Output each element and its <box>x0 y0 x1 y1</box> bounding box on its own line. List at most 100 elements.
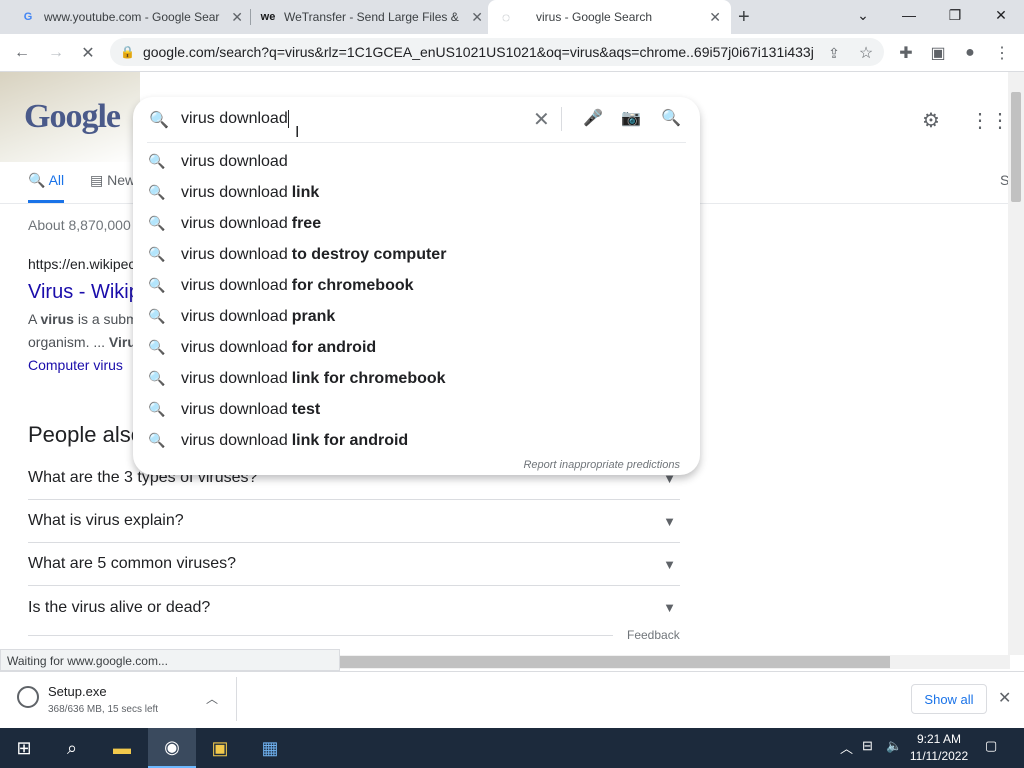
suggestion-item[interactable]: 🔍 virus download for chromebook <box>133 270 700 301</box>
minimize-icon[interactable]: — <box>886 0 932 30</box>
chevron-up-icon[interactable]: ︿ <box>206 690 218 707</box>
clock-time: 9:21 AM <box>916 732 962 746</box>
suggestion-item[interactable]: 🔍 virus download prank <box>133 301 700 332</box>
close-shelf-icon[interactable]: ✕ <box>998 688 1011 708</box>
show-all-button[interactable]: Show all <box>911 684 987 714</box>
suggestion-item[interactable]: 🔍 virus download link for chromebook <box>133 363 700 394</box>
status-bubble: Waiting for www.google.com... <box>0 649 340 671</box>
suggestion-item[interactable]: 🔍 virus download link for android <box>133 425 700 456</box>
apps-grid-icon[interactable]: ⋮⋮ <box>970 108 1010 133</box>
paa-question[interactable]: What is virus explain? ▼ <box>28 500 680 543</box>
notifications-icon[interactable]: ▢ <box>985 738 997 754</box>
close-window-icon[interactable]: ✕ <box>978 0 1024 30</box>
bookmark-star-icon[interactable]: ☆ <box>852 39 880 67</box>
search-icon: 🔍 <box>148 401 166 417</box>
tab-wetransfer[interactable]: we WeTransfer - Send Large Files & ✕ <box>250 0 493 34</box>
tab-search-icon[interactable]: ⌄ <box>840 0 886 30</box>
clock-date: 11/11/2022 <box>909 749 969 763</box>
vertical-scroll-thumb[interactable] <box>1011 92 1021 202</box>
result-title-link[interactable]: Virus - Wikip <box>28 281 140 304</box>
divider <box>28 635 613 636</box>
report-predictions-link[interactable]: Report inappropriate predictions <box>523 459 680 471</box>
share-icon[interactable]: ⇪ <box>820 39 848 67</box>
calculator-icon[interactable]: ▦ <box>246 728 294 768</box>
tab-news[interactable]: ▤ New <box>90 172 135 189</box>
loading-spinner-icon: ◌ <box>501 9 511 25</box>
google-logo[interactable]: Google <box>24 98 121 142</box>
settings-gear-icon[interactable]: ⚙ <box>922 108 940 133</box>
horizontal-scroll-thumb[interactable] <box>340 656 890 668</box>
forward-icon[interactable]: → <box>42 39 70 67</box>
sitelink-computer-virus[interactable]: Computer virus <box>28 357 123 373</box>
search-icon: 🔍 <box>148 339 166 355</box>
paa-question[interactable]: Is the virus alive or dead? ▼ <box>28 586 680 629</box>
tab-virus-search[interactable]: ◌ virus - Google Search ✕ <box>488 0 731 34</box>
lock-icon: 🔒 <box>120 45 135 59</box>
restore-icon[interactable]: ❐ <box>932 0 978 30</box>
taskbar-clock[interactable]: 9:21 AM 11/11/2022 <box>904 731 974 765</box>
search-icon: 🔍 <box>148 215 166 231</box>
suggestion-item[interactable]: 🔍 virus download for android <box>133 332 700 363</box>
close-tab-icon[interactable]: ✕ <box>709 9 721 26</box>
search-input[interactable]: virus download <box>181 110 288 128</box>
tab-all[interactable]: 🔍 All <box>28 172 64 189</box>
close-tab-icon[interactable]: ✕ <box>471 9 483 26</box>
side-panel-icon[interactable]: ▣ <box>924 39 952 67</box>
divider <box>561 107 562 131</box>
search-icon: 🔍 <box>148 370 166 386</box>
search-icon: 🔍 <box>148 432 166 448</box>
media-app-icon[interactable]: ▣ <box>196 728 244 768</box>
result-url[interactable]: https://en.wikipec <box>28 256 135 272</box>
search-box[interactable]: 🔍 virus download ✕ 🎤 📷 🔍 <box>133 97 700 142</box>
chevron-up-icon[interactable]: ︿ <box>840 738 853 757</box>
download-progress-icon <box>17 686 39 708</box>
search-icon: 🔍 <box>149 112 169 129</box>
chevron-down-icon: ▼ <box>663 513 676 529</box>
download-shelf <box>0 671 1024 728</box>
search-icon[interactable]: ⌕ <box>48 728 96 768</box>
chevron-down-icon: ▼ <box>663 556 676 572</box>
volume-icon[interactable]: 🔈 <box>886 738 902 754</box>
news-icon: ▤ <box>90 172 104 188</box>
result-snippet: organism. ... Viru <box>28 334 136 350</box>
suggestion-item[interactable]: 🔍 virus download link <box>133 177 700 208</box>
divider <box>236 677 237 721</box>
new-tab-button[interactable]: + <box>738 6 750 29</box>
result-snippet: A virus is a subm <box>28 311 138 327</box>
search-icon: 🔍 <box>148 308 166 324</box>
tab-all-label: All <box>48 172 65 188</box>
download-filename[interactable]: Setup.exe <box>48 684 107 699</box>
windows-start-icon[interactable]: ⊞ <box>0 728 48 768</box>
feedback-link[interactable]: Feedback <box>627 628 680 642</box>
microphone-icon[interactable]: 🎤 <box>583 108 603 128</box>
camera-lens-icon[interactable]: 📷 <box>621 108 641 128</box>
network-icon[interactable]: ⊟ <box>862 738 873 754</box>
stop-loading-icon[interactable]: ✕ <box>74 39 102 67</box>
extensions-icon[interactable]: ✚ <box>892 39 920 67</box>
suggestion-item[interactable]: 🔍 virus download test <box>133 394 700 425</box>
search-submit-icon[interactable]: 🔍 <box>661 108 681 128</box>
chrome-menu-icon[interactable]: ⋮ <box>988 39 1016 67</box>
search-suggestions-panel: 🔍 virus download ✕ 🎤 📷 🔍 🔍 virus download… <box>133 97 700 475</box>
address-bar[interactable]: 🔒 google.com/search?q=virus&rlz=1C1GCEA_… <box>110 38 884 66</box>
paa-question[interactable]: What are 5 common viruses? ▼ <box>28 543 680 586</box>
close-tab-icon[interactable]: ✕ <box>231 9 243 26</box>
suggestion-item[interactable]: 🔍 virus download free <box>133 208 700 239</box>
tab-youtube[interactable]: G www.youtube.com - Google Sear ✕ <box>10 0 253 34</box>
search-icon: 🔍 <box>148 277 166 293</box>
suggestion-item[interactable]: 🔍 virus download <box>133 146 700 177</box>
tab-title: www.youtube.com - Google Sear <box>44 10 220 24</box>
profile-avatar-icon[interactable]: ● <box>956 39 984 67</box>
search-icon: 🔍 <box>148 184 166 200</box>
tab-news-label: New <box>107 172 136 188</box>
search-icon: 🔍 <box>148 246 166 262</box>
clear-icon[interactable]: ✕ <box>533 107 550 132</box>
file-explorer-icon[interactable]: ▬ <box>98 728 146 768</box>
google-favicon-icon: G <box>23 11 33 23</box>
mouse-ibeam-cursor: I <box>295 124 300 141</box>
suggestion-item[interactable]: 🔍 virus download to destroy computer <box>133 239 700 270</box>
tab-title: virus - Google Search <box>536 10 653 24</box>
chrome-taskbar-icon[interactable]: ◉ <box>148 728 196 768</box>
chevron-down-icon: ▼ <box>663 600 676 615</box>
back-icon[interactable]: ← <box>8 39 36 67</box>
